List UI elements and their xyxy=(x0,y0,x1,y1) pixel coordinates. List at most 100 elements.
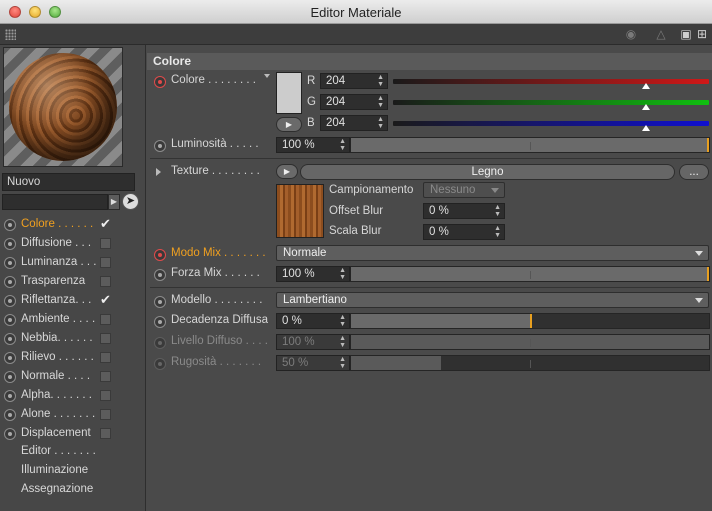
channel-radio[interactable] xyxy=(4,352,16,364)
modo-mix-dropdown[interactable]: Normale xyxy=(276,245,709,261)
g-channel-knob[interactable] xyxy=(641,104,650,110)
channel-label[interactable]: Trasparenza xyxy=(21,275,85,287)
forza-mix-label: Forza Mix . . . . . . xyxy=(171,267,260,279)
channel-search-field[interactable] xyxy=(2,194,108,210)
luminosita-animation-toggle[interactable] xyxy=(154,140,166,152)
channel-item[interactable]: Luminanza . . . xyxy=(4,254,144,272)
r-channel-knob[interactable] xyxy=(641,83,650,89)
new-window-icon[interactable]: ⊞ xyxy=(696,27,708,42)
channel-label[interactable]: Rilievo . . . . . . xyxy=(21,351,94,363)
channel-checkbox[interactable] xyxy=(100,390,111,401)
texture-expand-icon[interactable] xyxy=(156,168,161,176)
channel-checkbox[interactable] xyxy=(100,238,111,249)
g-value-field[interactable]: 204 ▲ ▼ xyxy=(320,94,388,110)
colore-animation-toggle[interactable] xyxy=(154,76,166,88)
b-channel-slider[interactable] xyxy=(393,121,709,126)
channel-checkbox[interactable] xyxy=(100,257,111,268)
r-value-field[interactable]: 204 ▲ ▼ xyxy=(320,73,388,89)
channel-checkbox[interactable] xyxy=(100,314,111,325)
channel-checkbox[interactable] xyxy=(100,352,111,363)
channel-radio[interactable] xyxy=(4,409,16,421)
channel-label[interactable]: Alpha. . . . . . . xyxy=(21,389,92,401)
channel-label[interactable]: Displacement xyxy=(21,427,91,439)
lock-icon[interactable]: ▣ xyxy=(680,27,692,42)
g-channel-slider[interactable] xyxy=(393,100,709,105)
channel-checkbox[interactable]: ✔ xyxy=(100,217,111,230)
modello-dropdown[interactable]: Lambertiano xyxy=(276,292,709,308)
texture-menu-button[interactable]: ▶ xyxy=(276,164,298,179)
texture-more-button[interactable]: ... xyxy=(679,164,709,180)
forza-mix-animation-toggle[interactable] xyxy=(154,269,166,281)
colore-menu-icon[interactable] xyxy=(264,74,270,78)
channel-item[interactable]: Riflettanza. . . ✔ xyxy=(4,292,144,310)
decadenza-animation-toggle[interactable] xyxy=(154,316,166,328)
channel-radio[interactable] xyxy=(4,295,16,307)
channel-radio[interactable] xyxy=(4,371,16,383)
modo-mix-animation-toggle[interactable] xyxy=(154,249,166,261)
nav-editor[interactable]: Editor . . . . . . . xyxy=(21,445,96,457)
luminosita-slider[interactable] xyxy=(350,137,710,153)
channel-label[interactable]: Nebbia. . . . . . xyxy=(21,332,93,344)
luminosita-value-field[interactable]: 100 % ▲ ▼ xyxy=(276,137,350,153)
channel-checkbox[interactable]: ✔ xyxy=(100,293,111,306)
r-channel-slider[interactable] xyxy=(393,79,709,84)
campionamento-dropdown[interactable]: Nessuno xyxy=(423,182,505,198)
color-expand-button[interactable]: ▶ xyxy=(276,117,302,132)
channel-checkbox[interactable] xyxy=(100,409,111,420)
channel-item[interactable]: Nebbia. . . . . . xyxy=(4,330,144,348)
g-label: G xyxy=(307,96,316,108)
channel-label[interactable]: Alone . . . . . . . xyxy=(21,408,95,420)
channel-checkbox[interactable] xyxy=(100,371,111,382)
forza-mix-value-field[interactable]: 100 % ▲ ▼ xyxy=(276,266,350,282)
channel-item[interactable]: Alone . . . . . . . xyxy=(4,406,144,424)
b-channel-knob[interactable] xyxy=(641,125,650,131)
texture-thumbnail[interactable] xyxy=(276,184,324,238)
channel-label[interactable]: Luminanza . . . xyxy=(21,256,96,268)
channel-item[interactable]: Colore . . . . . . ✔ xyxy=(4,216,144,234)
channel-item[interactable]: Displacement xyxy=(4,425,144,443)
channel-item[interactable]: Ambiente . . . . xyxy=(4,311,144,329)
channel-radio[interactable] xyxy=(4,276,16,288)
slider-handle[interactable] xyxy=(707,138,709,152)
nav-illuminazione[interactable]: Illuminazione xyxy=(21,464,88,476)
forza-mix-slider[interactable] xyxy=(350,266,710,282)
channel-radio[interactable] xyxy=(4,390,16,402)
modello-animation-toggle[interactable] xyxy=(154,296,166,308)
decadenza-slider[interactable] xyxy=(350,313,710,329)
decadenza-value-field[interactable]: 0 % ▲ ▼ xyxy=(276,313,350,329)
channel-radio[interactable] xyxy=(4,257,16,269)
channel-checkbox[interactable] xyxy=(100,276,111,287)
slider-handle[interactable] xyxy=(707,267,709,281)
channel-radio[interactable] xyxy=(4,314,16,326)
channel-item[interactable]: Diffusione . . . xyxy=(4,235,144,253)
channel-label[interactable]: Normale . . . . xyxy=(21,370,90,382)
scala-blur-field[interactable]: 0 % ▲ ▼ xyxy=(423,224,505,240)
channel-item[interactable]: Alpha. . . . . . . xyxy=(4,387,144,405)
material-name-field[interactable]: Nuovo xyxy=(2,173,135,191)
pointer-picker-icon[interactable]: ➤ xyxy=(122,193,139,210)
color-swatch[interactable] xyxy=(276,72,302,114)
slider-handle[interactable] xyxy=(530,314,532,328)
channel-label[interactable]: Colore . . . . . . xyxy=(21,218,93,230)
texture-name-button[interactable]: Legno xyxy=(300,164,675,180)
channel-radio[interactable] xyxy=(4,238,16,250)
channel-label[interactable]: Diffusione . . . xyxy=(21,237,91,249)
channel-item[interactable]: Rilievo . . . . . . xyxy=(4,349,144,367)
channel-item[interactable]: Normale . . . . xyxy=(4,368,144,386)
channel-checkbox[interactable] xyxy=(100,333,111,344)
channel-label[interactable]: Riflettanza. . . xyxy=(21,294,91,306)
offset-blur-field[interactable]: 0 % ▲ ▼ xyxy=(423,203,505,219)
channel-radio[interactable] xyxy=(4,333,16,345)
warning-icon[interactable]: △ xyxy=(654,27,668,42)
channel-label[interactable]: Ambiente . . . . xyxy=(21,313,95,325)
channel-item[interactable]: Trasparenza xyxy=(4,273,144,291)
b-value-field[interactable]: 204 ▲ ▼ xyxy=(320,115,388,131)
channel-radio[interactable] xyxy=(4,219,16,231)
eye-icon[interactable]: ◉ xyxy=(618,27,644,42)
nav-assegnazione[interactable]: Assegnazione xyxy=(21,483,93,495)
grip-icon[interactable] xyxy=(5,29,16,40)
channel-radio[interactable] xyxy=(4,428,16,440)
channel-checkbox[interactable] xyxy=(100,428,111,439)
search-arrow-icon[interactable]: ▶ xyxy=(108,194,120,210)
material-preview[interactable] xyxy=(3,47,123,167)
